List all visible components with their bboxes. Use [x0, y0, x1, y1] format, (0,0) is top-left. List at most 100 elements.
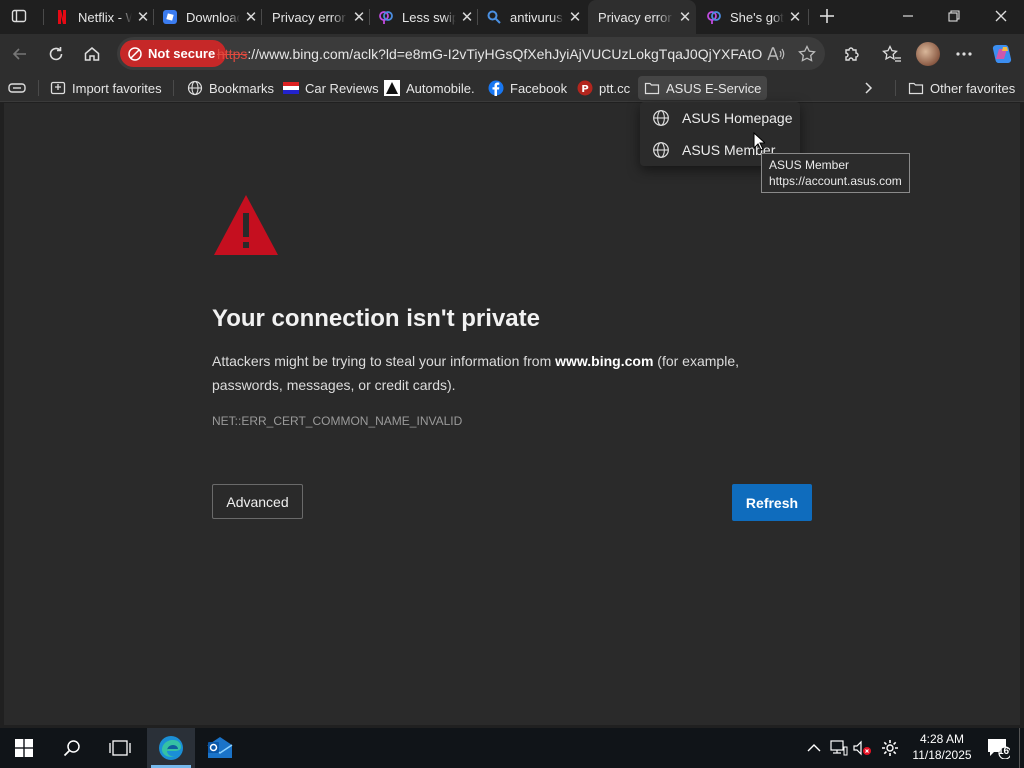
- menu-item-asus-homepage[interactable]: ASUS Homepage: [640, 102, 800, 134]
- notification-count-badge: 16: [998, 746, 1010, 757]
- restore-icon: [948, 10, 960, 22]
- tab-actions-button[interactable]: [4, 2, 34, 30]
- extensions-button[interactable]: [836, 40, 866, 68]
- globe-icon: [652, 141, 670, 159]
- volume-muted-icon: [853, 740, 871, 756]
- tab-download[interactable]: Download ✕: [154, 0, 262, 34]
- settings-tray-button[interactable]: [878, 728, 902, 768]
- bookmark-separator: [173, 80, 174, 96]
- back-button[interactable]: [5, 40, 35, 68]
- network-button[interactable]: [828, 728, 850, 768]
- menu-item-label: ASUS Homepage: [682, 110, 793, 126]
- blank-favicon: [590, 9, 592, 25]
- bookmark-bookmarks[interactable]: Bookmarks: [187, 74, 274, 102]
- copilot-button[interactable]: [987, 40, 1017, 68]
- netflix-icon: [54, 9, 70, 25]
- close-tab-icon[interactable]: ✕: [456, 8, 478, 26]
- clock-date: 11/18/2025: [912, 748, 972, 762]
- reload-button[interactable]: [41, 40, 71, 68]
- bookmark-folder-asus-eservice[interactable]: ASUS E-Service: [638, 76, 768, 100]
- browser-toolbar: Not secure https://www.bing.com/aclk?ld=…: [0, 34, 1024, 74]
- avatar: [916, 42, 940, 66]
- other-favorites-folder[interactable]: Other favorites: [908, 74, 1015, 102]
- automobile-icon: [384, 80, 400, 96]
- copilot-icon: [992, 45, 1012, 63]
- bookmark-facebook[interactable]: Facebook: [488, 74, 567, 102]
- more-favorites-button[interactable]: [862, 74, 874, 102]
- taskbar-edge[interactable]: [147, 728, 195, 768]
- url-scheme: https: [217, 46, 248, 62]
- taskbar-search-button[interactable]: [48, 728, 96, 768]
- windows-taskbar: 4:28 AM 11/18/2025 16: [0, 728, 1024, 768]
- more-dots-icon: [956, 52, 972, 56]
- svg-text:P: P: [581, 84, 588, 95]
- tooltip-title: ASUS Member: [769, 158, 850, 172]
- dating-icon: [706, 9, 722, 25]
- url-text[interactable]: https://www.bing.com/aclk?ld=e8mG-I2vTiy…: [217, 46, 762, 62]
- profile-button[interactable]: [913, 40, 943, 68]
- close-tab-icon[interactable]: ✕: [674, 8, 696, 26]
- windows-logo-icon: [15, 739, 33, 757]
- volume-button[interactable]: [852, 728, 874, 768]
- restore-button[interactable]: [939, 2, 969, 30]
- bookmark-ptt[interactable]: P ptt.cc: [577, 74, 630, 102]
- network-icon: [830, 740, 848, 756]
- favorites-button[interactable]: [877, 40, 907, 68]
- bookmark-label: Automobile.: [406, 80, 475, 96]
- folder-icon: [908, 80, 924, 96]
- tooltip-url: https://account.asus.com: [769, 174, 902, 188]
- read-aloud-button[interactable]: [765, 43, 787, 65]
- chevron-up-icon: [807, 744, 821, 752]
- close-tab-icon[interactable]: ✕: [348, 8, 370, 26]
- settings-more-button[interactable]: [949, 40, 979, 68]
- shield-warning-icon: [128, 46, 142, 61]
- error-description: Attackers might be trying to steal your …: [212, 349, 772, 397]
- start-button[interactable]: [0, 728, 48, 768]
- action-center-button[interactable]: 16: [980, 728, 1016, 768]
- close-tab-icon[interactable]: ✕: [564, 8, 586, 26]
- tab-less-swip[interactable]: Less swip ✕: [370, 0, 478, 34]
- tab-separator: [261, 9, 262, 25]
- bookmark-label: ASUS E-Service: [666, 80, 762, 96]
- tab-sidebar-button[interactable]: [8, 74, 26, 102]
- close-tab-icon[interactable]: ✕: [240, 8, 262, 26]
- favorites-bar: Import favorites Bookmarks Car Reviews A…: [0, 74, 1024, 102]
- tab-netflix[interactable]: Netflix - W ✕: [46, 0, 154, 34]
- star-icon: [798, 45, 816, 62]
- taskbar-clock[interactable]: 4:28 AM 11/18/2025: [908, 731, 976, 763]
- minimize-button[interactable]: [893, 2, 923, 30]
- search-icon: [486, 9, 502, 25]
- error-title: Your connection isn't private: [212, 305, 540, 332]
- bookmark-automobile[interactable]: Automobile.: [384, 74, 475, 102]
- close-window-button[interactable]: [986, 2, 1016, 30]
- error-code[interactable]: NET::ERR_CERT_COMMON_NAME_INVALID: [212, 414, 462, 428]
- ptt-icon: P: [577, 80, 593, 96]
- close-tab-icon[interactable]: ✕: [132, 8, 154, 26]
- tab-strip: Netflix - W ✕ Download ✕ Privacy error ✕…: [0, 0, 1024, 34]
- globe-icon: [187, 80, 203, 96]
- tab-separator: [43, 9, 44, 25]
- plus-icon: [820, 9, 834, 23]
- tab-privacy-error[interactable]: Privacy error ✕: [262, 0, 370, 34]
- taskbar-outlook[interactable]: [196, 728, 244, 768]
- new-tab-button[interactable]: [812, 2, 842, 30]
- refresh-button[interactable]: Refresh: [732, 484, 812, 521]
- add-favorite-button[interactable]: [796, 43, 818, 65]
- not-secure-badge[interactable]: Not secure: [120, 40, 227, 67]
- address-bar[interactable]: Not secure https://www.bing.com/aclk?ld=…: [117, 37, 825, 70]
- advanced-button[interactable]: Advanced: [212, 484, 303, 519]
- show-hidden-icons-button[interactable]: [804, 728, 824, 768]
- collections-icon: [8, 83, 26, 93]
- bookmark-import-favorites[interactable]: Import favorites: [50, 74, 162, 102]
- gear-icon: [882, 740, 898, 756]
- tab-antivurus[interactable]: antivurus ✕: [478, 0, 586, 34]
- home-button[interactable]: [77, 40, 107, 68]
- show-desktop-divider[interactable]: [1019, 728, 1020, 768]
- tab-separator: [153, 9, 154, 25]
- task-view-button[interactable]: [96, 728, 144, 768]
- tab-shes-got[interactable]: She's got ✕: [698, 0, 806, 34]
- close-tab-icon[interactable]: ✕: [784, 8, 806, 26]
- tab-privacy-error-active[interactable]: Privacy error ✕: [588, 0, 696, 34]
- bookmark-label: Facebook: [510, 80, 568, 96]
- bookmark-car-reviews[interactable]: Car Reviews: [283, 74, 379, 102]
